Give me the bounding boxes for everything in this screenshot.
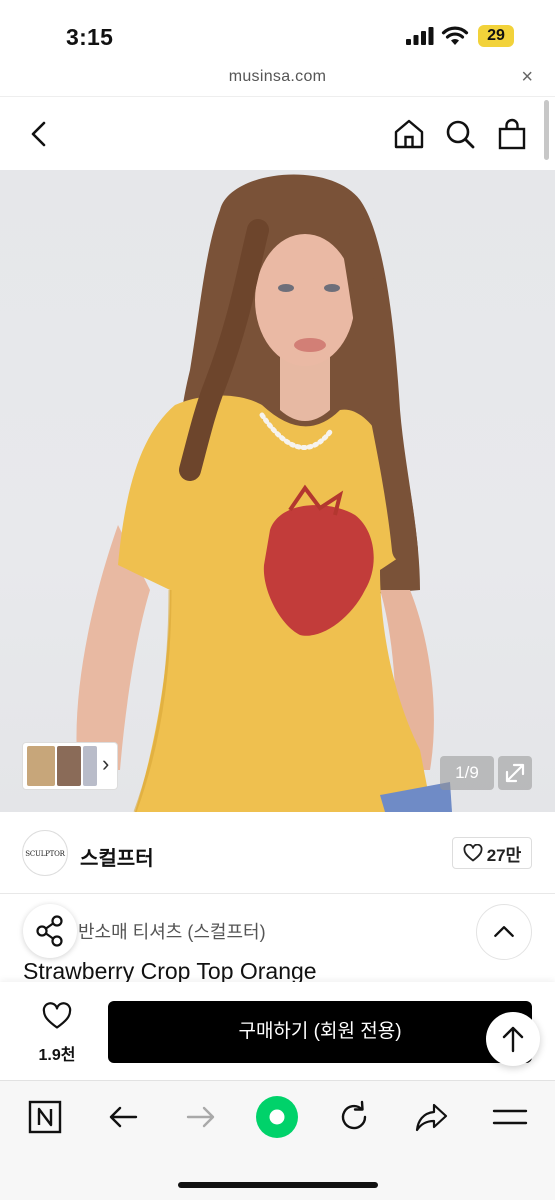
url-bar: musinsa.com × — [0, 66, 555, 96]
battery-indicator: 29 — [478, 25, 514, 47]
brand-like-button[interactable]: 27만 — [452, 837, 532, 869]
menu-icon[interactable] — [490, 1097, 530, 1137]
brand-like-count: 27만 — [486, 845, 522, 865]
arrow-up-icon[interactable] — [486, 1012, 540, 1066]
wishlist-button[interactable]: 1.9천 — [22, 1002, 92, 1065]
product-title: Strawberry Crop Top Orange — [23, 958, 317, 984]
heart-icon — [463, 844, 483, 862]
bag-icon[interactable] — [495, 117, 529, 151]
wishlist-count: 1.9천 — [38, 1047, 76, 1064]
model-photo — [76, 174, 452, 812]
brand-row: SCULPTOR 스컬프터 27만 — [0, 812, 555, 894]
close-icon[interactable]: × — [521, 66, 533, 89]
product-image[interactable]: › 1/9 — [0, 170, 555, 812]
green-dot-icon[interactable] — [255, 1095, 299, 1139]
refresh-icon[interactable] — [334, 1097, 374, 1137]
thumbnail-3[interactable] — [83, 746, 97, 786]
thumbnail-strip[interactable]: › — [22, 742, 118, 790]
app-header — [0, 96, 555, 170]
naver-n-icon[interactable] — [25, 1097, 65, 1137]
expand-icon[interactable] — [498, 756, 532, 790]
arrow-left-icon[interactable] — [103, 1097, 143, 1137]
brand-logo[interactable]: SCULPTOR — [22, 830, 68, 876]
search-icon[interactable] — [443, 117, 477, 151]
arrow-right-icon[interactable] — [181, 1097, 221, 1137]
thumbnail-1[interactable] — [27, 746, 55, 786]
chevron-up-icon[interactable] — [476, 904, 532, 960]
chevron-right-icon[interactable]: › — [102, 751, 109, 777]
share-icon[interactable] — [23, 904, 77, 958]
signal-icon — [406, 27, 434, 45]
heart-icon — [42, 1002, 72, 1029]
forward-share-icon[interactable] — [412, 1097, 452, 1137]
image-counter: 1/9 — [440, 756, 494, 790]
url-domain[interactable]: musinsa.com — [0, 68, 555, 86]
status-bar: 3:15 29 — [0, 0, 555, 66]
status-time: 3:15 — [66, 24, 114, 50]
thumbnail-2[interactable] — [57, 746, 81, 786]
back-icon[interactable] — [22, 117, 56, 151]
wifi-icon — [441, 26, 469, 45]
home-indicator[interactable] — [178, 1182, 378, 1188]
purchase-bar: 1.9천 구매하기 (회원 전용) — [0, 982, 555, 1080]
page-scrollbar[interactable] — [544, 100, 549, 160]
product-category[interactable]: 반소매 티셔츠 (스컬프터) — [78, 918, 266, 944]
home-icon[interactable] — [392, 117, 426, 151]
brand-name[interactable]: 스컬프터 — [80, 842, 154, 871]
buy-button[interactable]: 구매하기 (회원 전용) — [108, 1001, 532, 1063]
